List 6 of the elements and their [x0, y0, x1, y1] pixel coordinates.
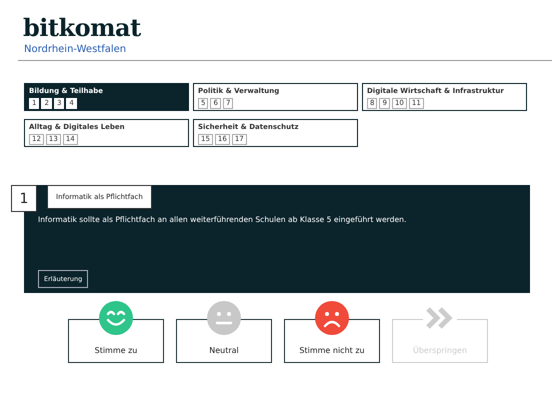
answer-button[interactable]: Stimme zu: [68, 319, 164, 363]
region-label: Nordrhein-Westfalen: [24, 44, 128, 55]
logo: bitkomat: [23, 14, 142, 42]
question-number: 1: [11, 185, 37, 212]
answer-button[interactable]: Neutral: [176, 319, 272, 363]
answer-button[interactable]: Stimme nicht zu: [284, 319, 380, 363]
